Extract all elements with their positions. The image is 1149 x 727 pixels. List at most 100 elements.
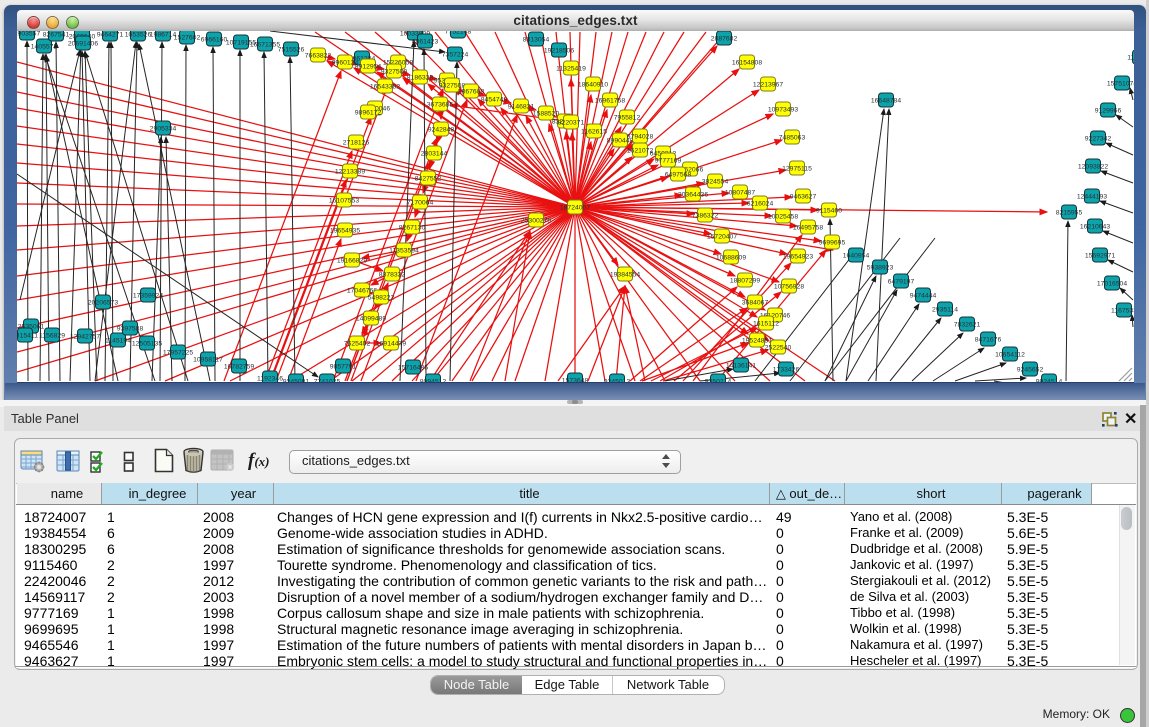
svg-text:1903557: 1903557 — [17, 31, 40, 38]
svg-text:16914479: 16914479 — [376, 341, 406, 348]
svg-text:12505135: 12505135 — [132, 341, 162, 348]
svg-text:16648784: 16648784 — [871, 98, 901, 105]
svg-text:17016504: 17016504 — [1097, 281, 1127, 288]
svg-text:14099489: 14099489 — [356, 316, 386, 323]
svg-text:7485063: 7485063 — [779, 135, 806, 142]
svg-text:1733426: 1733426 — [773, 367, 800, 374]
svg-text:9464271: 9464271 — [97, 32, 124, 39]
svg-text:9896172: 9896172 — [355, 110, 382, 117]
svg-text:9699695: 9699695 — [819, 240, 846, 247]
svg-text:8220371: 8220371 — [558, 120, 585, 127]
svg-text:10756928: 10756928 — [774, 284, 804, 291]
svg-text:9857791: 9857791 — [330, 364, 357, 371]
svg-text:10654112: 10654112 — [995, 352, 1025, 359]
svg-text:16543382: 16543382 — [370, 84, 400, 91]
svg-text:19524851: 19524851 — [742, 338, 772, 345]
svg-text:20206573: 20206573 — [88, 300, 118, 307]
svg-text:8471676: 8471676 — [975, 337, 1002, 344]
svg-text:9777169: 9777169 — [655, 158, 682, 165]
svg-text:1986714: 1986714 — [150, 32, 177, 39]
svg-text:9315411: 9315411 — [17, 333, 38, 340]
svg-text:7955812: 7955812 — [614, 115, 641, 122]
svg-text:18640910: 18640910 — [578, 82, 608, 89]
svg-text:3824554: 3824554 — [702, 179, 729, 186]
svg-text:1145194: 1145194 — [105, 338, 131, 345]
svg-text:6216024: 6216024 — [747, 201, 774, 208]
svg-text:7386322: 7386322 — [692, 213, 719, 220]
svg-text:9227342: 9227342 — [1085, 136, 1112, 143]
svg-text:19166829: 19166829 — [337, 258, 367, 265]
svg-text:11353594: 11353594 — [389, 248, 419, 255]
svg-text:9397588: 9397588 — [117, 326, 144, 333]
svg-text:12213389: 12213389 — [335, 169, 365, 176]
svg-text:10688609: 10688609 — [716, 255, 746, 262]
svg-text:1640954: 1640954 — [843, 253, 870, 260]
svg-text:16154808: 16154808 — [732, 60, 762, 67]
svg-text:8861423: 8861423 — [412, 39, 439, 46]
svg-text:2803144: 2803144 — [421, 151, 448, 158]
svg-text:8267130: 8267130 — [399, 225, 426, 232]
svg-text:1588520: 1588520 — [533, 111, 560, 118]
svg-text:11325419: 11325419 — [556, 66, 586, 73]
svg-text:8267541: 8267541 — [43, 32, 70, 39]
svg-text:16210643: 16210643 — [1080, 224, 1110, 231]
svg-text:12213967: 12213967 — [753, 82, 783, 89]
svg-text:7832621: 7832621 — [954, 322, 981, 329]
svg-text:5498222: 5498222 — [368, 295, 395, 302]
svg-text:15720407: 15720407 — [707, 234, 737, 241]
svg-text:9115460: 9115460 — [816, 208, 842, 215]
svg-text:1405572: 1405572 — [31, 44, 58, 51]
svg-text:8813054: 8813054 — [523, 37, 550, 44]
svg-text:17957225: 17957225 — [163, 350, 193, 357]
svg-text:2867608: 2867608 — [458, 89, 485, 96]
svg-text:6794028: 6794028 — [627, 134, 654, 141]
svg-text:8454749: 8454749 — [481, 97, 508, 104]
svg-text:1156829: 1156829 — [39, 333, 65, 340]
svg-text:8186328: 8186328 — [407, 75, 434, 82]
svg-text:1117204: 1117204 — [1127, 55, 1134, 62]
svg-text:9327500: 9327500 — [381, 69, 408, 76]
svg-text:17359924: 17359924 — [133, 293, 163, 300]
svg-text:12093822: 12093822 — [1078, 164, 1108, 171]
svg-text:1615112: 1615112 — [753, 321, 779, 328]
svg-text:3684067: 3684067 — [742, 300, 769, 307]
svg-text:15716485: 15716485 — [398, 365, 428, 372]
svg-text:12942757: 12942757 — [70, 334, 100, 341]
svg-text:2935114: 2935114 — [932, 307, 958, 314]
svg-text:7752148: 7752148 — [445, 31, 472, 36]
svg-text:3673685: 3673685 — [427, 102, 454, 109]
svg-text:12975115: 12975115 — [782, 166, 812, 173]
svg-text:10973493: 10973493 — [768, 107, 798, 114]
svg-text:16107553: 16107553 — [329, 198, 359, 205]
svg-text:18807299: 18807299 — [730, 278, 760, 285]
svg-text:19654935: 19654935 — [330, 228, 360, 235]
svg-text:15692971: 15692971 — [1085, 253, 1115, 260]
svg-text:8878332: 8878332 — [379, 272, 406, 279]
svg-text:16961758: 16961758 — [595, 98, 625, 105]
svg-text:19384554: 19384554 — [610, 272, 640, 279]
svg-text:18724007: 18724007 — [560, 205, 590, 212]
svg-text:1527602: 1527602 — [174, 35, 201, 42]
svg-text:12444193: 12444193 — [1077, 194, 1107, 201]
svg-text:7357224: 7357224 — [442, 52, 469, 59]
svg-text:2522540: 2522540 — [765, 345, 792, 352]
svg-text:7515526: 7515526 — [278, 47, 305, 54]
svg-text:19654923: 19654923 — [783, 254, 813, 261]
svg-text:25300275: 25300275 — [521, 218, 551, 225]
svg-text:20691406: 20691406 — [68, 41, 98, 48]
svg-text:1167533: 1167533 — [1111, 308, 1134, 315]
svg-text:2905334: 2905334 — [150, 126, 177, 133]
svg-text:9146821: 9146821 — [508, 104, 535, 111]
svg-text:10025458: 10025458 — [768, 214, 798, 221]
svg-text:2887682: 2887682 — [711, 36, 738, 43]
svg-text:16782759: 16782759 — [224, 364, 254, 371]
svg-text:9242848: 9242848 — [428, 127, 455, 134]
svg-text:1162615: 1162615 — [581, 129, 607, 136]
svg-text:2718126: 2718126 — [343, 140, 370, 147]
svg-text:6966160: 6966160 — [201, 37, 228, 44]
svg-text:14136141: 14136141 — [726, 363, 756, 370]
svg-text:7170064: 7170064 — [407, 200, 434, 207]
svg-text:8912954: 8912954 — [355, 64, 382, 71]
svg-text:7663822: 7663822 — [305, 53, 332, 60]
svg-text:17046766: 17046766 — [347, 288, 377, 295]
